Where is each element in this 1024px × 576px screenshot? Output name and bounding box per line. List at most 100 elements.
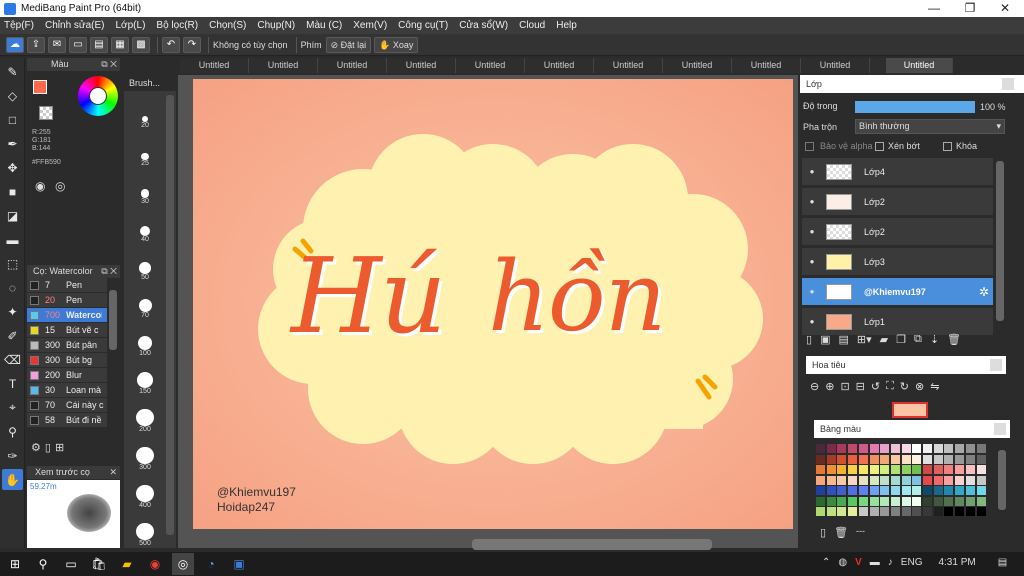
close-icon[interactable]	[990, 359, 1002, 371]
document-icon[interactable]: ▤	[90, 36, 108, 53]
message-icon[interactable]: ▭	[69, 36, 87, 53]
menu-window[interactable]: Cửa sổ(W)	[459, 20, 508, 31]
palette-swatch[interactable]	[890, 486, 900, 495]
palette-swatch[interactable]	[944, 475, 954, 485]
palette-swatch[interactable]	[965, 496, 975, 506]
new-color-layer-icon[interactable]: ▣	[820, 333, 830, 346]
palette-swatch[interactable]	[826, 507, 836, 516]
merge-layer-icon[interactable]: ⧉	[914, 333, 922, 346]
brush-size-item[interactable]: 30	[124, 167, 166, 205]
close-icon[interactable]: ✕	[109, 466, 117, 479]
palette-swatch[interactable]	[848, 486, 858, 495]
file-explorer-icon[interactable]: ▰	[116, 553, 138, 575]
layer-row-selected[interactable]: ● @Khiemvu197 ✲	[802, 278, 993, 306]
windows-start-icon[interactable]: ⊞	[4, 553, 26, 575]
palette-swatch[interactable]	[858, 444, 868, 453]
palette-swatch[interactable]	[976, 507, 986, 516]
tab-untitled[interactable]: Untitled	[456, 58, 525, 73]
palette-swatch[interactable]	[837, 496, 847, 506]
palette-swatch[interactable]	[923, 496, 932, 506]
comment-icon[interactable]: ✉	[48, 36, 66, 53]
chrome-icon[interactable]: ◉	[144, 553, 166, 575]
panel-icon[interactable]: ▦	[111, 36, 129, 53]
chevron-up-icon[interactable]: ⌃	[822, 557, 830, 568]
fullscreen-icon[interactable]: ⛶	[886, 380, 894, 393]
palette-swatch[interactable]	[880, 465, 890, 474]
new-brush-icon[interactable]: ▯	[45, 441, 51, 454]
canvas[interactable]: Hú hồn @Khiemvu197 Hoidap247	[193, 79, 793, 529]
palette-swatch[interactable]	[890, 496, 900, 506]
palette-swatch[interactable]	[837, 507, 847, 516]
palette-swatch[interactable]	[890, 475, 900, 485]
palette-swatch[interactable]	[944, 454, 954, 464]
reset-view-icon[interactable]: ⊗	[915, 380, 924, 393]
palette-icon[interactable]: ◉	[35, 179, 45, 193]
palette-swatch[interactable]	[933, 496, 943, 506]
text-tool-icon[interactable]: T	[2, 373, 23, 394]
palette-swatch[interactable]	[912, 475, 922, 485]
menu-filter[interactable]: Bộ lọc(R)	[156, 20, 198, 31]
palette-swatch[interactable]	[858, 454, 868, 464]
operation-tool-icon[interactable]: ⌖	[2, 397, 23, 418]
protect-alpha-checkbox[interactable]	[805, 141, 814, 151]
zoom-in-icon[interactable]: ⊕	[825, 380, 834, 393]
tab-untitled[interactable]: Untitled	[663, 58, 732, 73]
palette-swatch[interactable]	[837, 444, 847, 453]
palette-swatch[interactable]	[923, 465, 932, 474]
network-icon[interactable]: ▬	[870, 557, 880, 568]
zoom-out-icon[interactable]: ⊖	[810, 380, 819, 393]
palette-swatch[interactable]	[955, 486, 965, 495]
close-icon[interactable]	[994, 423, 1006, 435]
horizontal-scrollbar[interactable]	[472, 539, 712, 550]
move-tool-icon[interactable]: ✥	[2, 157, 23, 178]
palette-swatch[interactable]	[816, 507, 825, 516]
volume-icon[interactable]: ♪	[888, 557, 893, 568]
brush-item[interactable]: 300 Bút bg	[27, 353, 107, 368]
palette-swatch[interactable]	[816, 454, 825, 464]
brush-item[interactable]: 20 Pen	[27, 293, 107, 308]
palette-swatch[interactable]	[955, 507, 965, 516]
palette-swatch[interactable]	[912, 454, 922, 464]
layer-row[interactable]: ● Lớp2	[802, 188, 993, 216]
secondary-color-swatch[interactable]	[39, 106, 53, 120]
navigator-thumbnail[interactable]	[892, 402, 928, 418]
transfer-layer-icon[interactable]: ⇣	[930, 333, 939, 346]
palette-scrollbar[interactable]	[998, 450, 1006, 510]
brush-item[interactable]: 300 Bút pân	[27, 338, 107, 353]
menu-help[interactable]: Help	[556, 20, 577, 31]
palette-swatch[interactable]	[955, 496, 965, 506]
visibility-icon[interactable]: ●	[802, 257, 822, 266]
palette-swatch[interactable]	[826, 475, 836, 485]
eyedropper-tool-icon[interactable]: ⚲	[2, 421, 23, 442]
palette-swatch[interactable]	[880, 454, 890, 464]
palette-swatch[interactable]	[923, 486, 932, 495]
app-icon[interactable]: ▣	[228, 553, 250, 575]
rotate-right-icon[interactable]: ↻	[900, 380, 909, 393]
notification-icon[interactable]: ▤	[998, 557, 1007, 568]
v-app-icon[interactable]: V	[855, 557, 862, 568]
palette-swatch[interactable]	[965, 507, 975, 516]
palette-swatch[interactable]	[923, 475, 932, 485]
menu-layer[interactable]: Lớp(L)	[116, 20, 146, 31]
medibang-icon[interactable]: ◎	[172, 553, 194, 575]
task-view-icon[interactable]: ▭	[60, 553, 82, 575]
tab-untitled[interactable]: Untitled	[594, 58, 663, 73]
palette-swatch[interactable]	[912, 465, 922, 474]
palette-swatch[interactable]	[923, 444, 932, 453]
palette-swatch[interactable]	[816, 486, 825, 495]
color-wheel-center[interactable]	[89, 87, 107, 105]
new-halftone-layer-icon[interactable]: ▤	[838, 333, 848, 346]
fill-rect-tool-icon[interactable]: ■	[2, 181, 23, 202]
brush-size-item[interactable]: 200	[124, 395, 166, 433]
redo-icon[interactable]: ↷	[183, 36, 201, 53]
layer-row[interactable]: ● Lớp4	[802, 158, 993, 186]
fit-icon[interactable]: ⊡	[840, 380, 849, 393]
palette-swatch[interactable]	[869, 444, 879, 453]
add-layer-menu-icon[interactable]: ⊞▾	[857, 333, 872, 346]
delete-layer-icon[interactable]: 🗑	[947, 333, 961, 346]
palette-swatch[interactable]	[890, 507, 900, 516]
palette-swatch[interactable]	[837, 465, 847, 474]
gradient-tool-icon[interactable]: ▬	[2, 229, 23, 250]
menu-edit[interactable]: Chỉnh sửa(E)	[45, 20, 105, 31]
select-eraser-tool-icon[interactable]: ⌫	[2, 349, 23, 370]
